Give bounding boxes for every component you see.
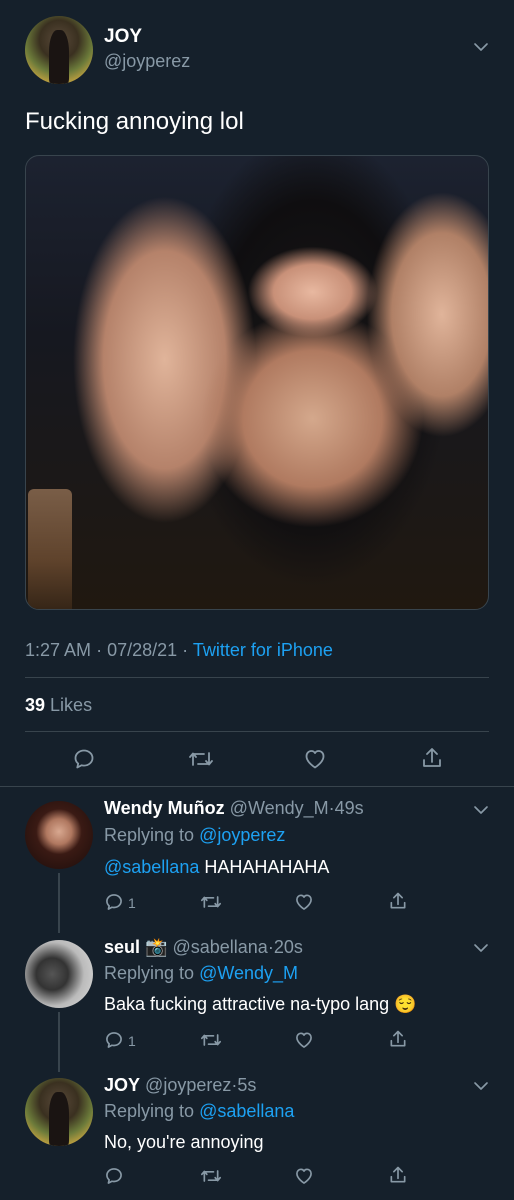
chevron-down-icon[interactable]	[472, 38, 490, 56]
retweet-icon[interactable]	[200, 892, 222, 912]
replying-to: Replying to @Wendy_M	[104, 963, 298, 984]
heart-icon[interactable]	[294, 1166, 314, 1186]
author-name[interactable]: JOY	[104, 26, 142, 48]
avatar[interactable]	[25, 801, 93, 869]
reply-count: 1	[128, 895, 136, 911]
reply-author-handle[interactable]: @Wendy_M	[230, 798, 329, 818]
tweet-date: 07/28/21	[107, 640, 178, 660]
tweet-photo[interactable]	[25, 155, 489, 610]
replying-to-link[interactable]: @Wendy_M	[199, 963, 298, 983]
reply-icon[interactable]	[104, 892, 124, 912]
replying-to: Replying to @joyperez	[104, 825, 285, 846]
reply-text: No, you're annoying	[104, 1132, 264, 1152]
reply-time: 5s	[237, 1075, 257, 1095]
chevron-down-icon[interactable]	[472, 939, 490, 957]
divider	[0, 786, 514, 787]
replying-label: Replying to	[104, 963, 195, 983]
share-icon[interactable]	[420, 746, 444, 770]
reply-time: 20s	[273, 937, 303, 957]
likes-count: 39	[25, 695, 46, 715]
chevron-down-icon[interactable]	[472, 801, 490, 819]
likes-count-row[interactable]: 39 Likes	[25, 695, 92, 716]
tweet-text: Fucking annoying lol	[25, 108, 244, 135]
avatar[interactable]	[25, 16, 93, 84]
reply-text-body: Baka fucking attractive na-typo lang	[104, 994, 390, 1014]
reply-author-handle[interactable]: @joyperez	[145, 1075, 231, 1095]
reply-author-name[interactable]: seul	[104, 937, 140, 957]
replying-to-link[interactable]: @sabellana	[199, 1101, 294, 1121]
share-icon[interactable]	[388, 1029, 408, 1049]
reply-text-body: HAHAHAHAHA	[199, 857, 330, 877]
reply-time: 49s	[334, 798, 364, 818]
reply-author-name[interactable]: JOY	[104, 1075, 140, 1095]
reply-header: JOY @joyperez·5s	[104, 1075, 256, 1096]
meta-dot: ·	[182, 640, 189, 660]
divider	[25, 677, 489, 678]
likes-label: Likes	[50, 695, 93, 715]
reply-header: seul 📸 @sabellana·20s	[104, 937, 303, 958]
reply-icon[interactable]	[104, 1030, 124, 1050]
chevron-down-icon[interactable]	[472, 1077, 490, 1095]
relieved-face-emoji: 😌	[394, 994, 417, 1014]
reply-icon[interactable]	[104, 1166, 124, 1186]
reply-author-name[interactable]: Wendy Muñoz	[104, 798, 225, 818]
reply-text: @sabellana HAHAHAHAHA	[104, 857, 329, 878]
share-icon[interactable]	[388, 1165, 408, 1185]
meta-dot: ·	[96, 640, 103, 660]
reply-header: Wendy Muñoz @Wendy_M·49s	[104, 798, 364, 819]
reply-text: Baka fucking attractive na-typo lang 😌	[104, 994, 417, 1015]
heart-icon[interactable]	[303, 747, 327, 771]
heart-icon[interactable]	[294, 1030, 314, 1050]
avatar[interactable]	[25, 1078, 93, 1146]
mention-link[interactable]: @sabellana	[104, 857, 199, 877]
tweet-meta: 1:27 AM · 07/28/21 · Twitter for iPhone	[25, 640, 333, 661]
avatar[interactable]	[25, 940, 93, 1008]
thread-line	[58, 1012, 60, 1072]
divider	[25, 731, 489, 732]
tweet-source-link[interactable]: Twitter for iPhone	[193, 640, 333, 660]
author-handle[interactable]: @joyperez	[104, 51, 190, 72]
replying-to-link[interactable]: @joyperez	[199, 825, 285, 845]
thread-line	[58, 873, 60, 933]
reply-count: 1	[128, 1033, 136, 1049]
retweet-icon[interactable]	[200, 1166, 222, 1186]
retweet-icon[interactable]	[200, 1030, 222, 1050]
reply-author-handle[interactable]: @sabellana	[172, 937, 267, 957]
glass-shape	[28, 489, 72, 609]
tweet-time: 1:27 AM	[25, 640, 92, 660]
replying-to: Replying to @sabellana	[104, 1101, 294, 1122]
retweet-icon[interactable]	[188, 747, 214, 771]
replying-label: Replying to	[104, 825, 195, 845]
reply-icon[interactable]	[72, 747, 96, 771]
camera-emoji: 📸	[145, 937, 168, 957]
share-icon[interactable]	[388, 891, 408, 911]
heart-icon[interactable]	[294, 892, 314, 912]
replying-label: Replying to	[104, 1101, 195, 1121]
